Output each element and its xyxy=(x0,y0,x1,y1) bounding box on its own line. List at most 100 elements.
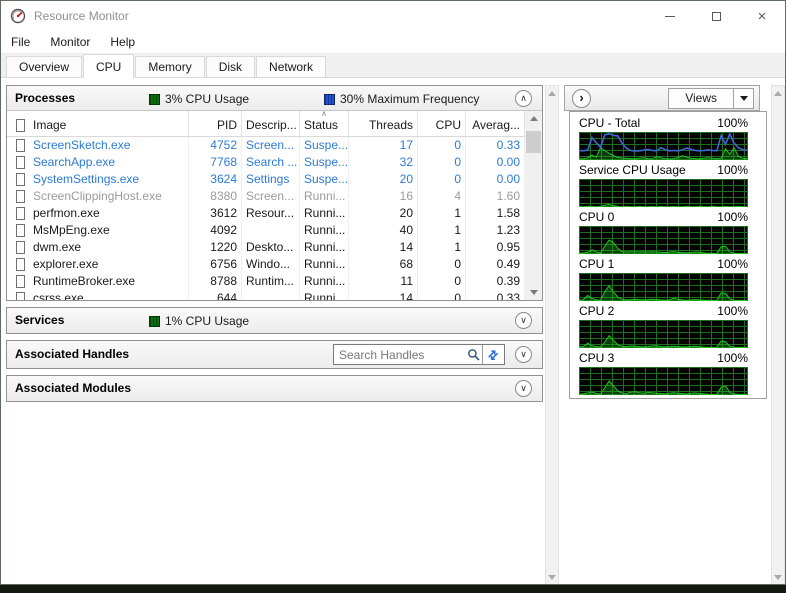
cell-status: Runni... xyxy=(300,205,349,222)
cell-status: Runni... xyxy=(300,273,349,290)
row-checkbox[interactable] xyxy=(16,139,25,152)
column-header-image[interactable]: Image xyxy=(29,111,189,136)
row-checkbox[interactable] xyxy=(16,258,25,271)
processes-collapse-button[interactable]: ∧ xyxy=(515,90,532,107)
modules-header[interactable]: Associated Modules ∨ xyxy=(7,376,542,401)
row-checkbox[interactable] xyxy=(16,207,25,220)
minimize-button[interactable] xyxy=(647,1,693,31)
modules-expand-button[interactable]: ∨ xyxy=(515,380,532,397)
views-dropdown-arrow[interactable] xyxy=(733,89,753,108)
table-row[interactable]: SystemSettings.exe 3624 Settings Suspe... 20… xyxy=(7,171,525,188)
handles-header[interactable]: Associated Handles ⇄ ∨ xyxy=(7,341,542,368)
graph-cpu-2 xyxy=(579,320,748,348)
table-scrollbar[interactable] xyxy=(525,111,542,300)
search-input[interactable] xyxy=(334,346,464,363)
tab-network[interactable]: Network xyxy=(256,56,327,77)
graph-title: CPU 3 xyxy=(579,351,615,365)
table-row[interactable]: ScreenClippingHost.exe 8380 Screen... Runni… xyxy=(7,188,525,205)
row-checkbox[interactable] xyxy=(16,173,25,186)
menu-file[interactable]: File xyxy=(1,32,40,52)
scroll-up-button[interactable] xyxy=(546,86,558,101)
titlebar[interactable]: Resource Monitor × xyxy=(1,1,785,31)
cpu-usage-legend-label: 3% CPU Usage xyxy=(165,92,250,106)
views-button[interactable]: Views xyxy=(668,88,754,109)
table-row[interactable]: csrss.exe 644 Runni... 14 0 0.33 xyxy=(7,290,525,300)
left-pane-scrollbar[interactable] xyxy=(545,85,559,584)
cell-status: Runni... xyxy=(300,239,349,256)
cell-pid: 1220 xyxy=(189,239,242,256)
cell-image: csrss.exe xyxy=(29,290,189,300)
handles-title: Associated Handles xyxy=(15,347,130,361)
table-row[interactable]: dwm.exe 1220 Deskto... Runni... 14 1 0.95 xyxy=(7,239,525,256)
column-header-status[interactable]: ∧ Status xyxy=(300,111,349,136)
triangle-up-icon xyxy=(548,91,556,96)
table-row[interactable]: MsMpEng.exe 4092 Runni... 40 1 1.23 xyxy=(7,222,525,239)
cell-pid: 4092 xyxy=(189,222,242,239)
row-checkbox[interactable] xyxy=(16,275,25,288)
column-header-average[interactable]: Averag... xyxy=(466,111,525,136)
column-header-description[interactable]: Descrip... xyxy=(242,111,300,136)
cell-threads: 32 xyxy=(349,154,418,171)
cell-checkbox xyxy=(7,273,29,290)
tab-cpu[interactable]: CPU xyxy=(83,54,135,78)
triangle-down-icon xyxy=(529,290,538,295)
services-expand-button[interactable]: ∨ xyxy=(515,312,532,329)
graph-scale-label: 100% xyxy=(717,257,748,271)
search-icon[interactable] xyxy=(464,345,482,364)
scroll-down-button[interactable] xyxy=(525,285,542,300)
cell-image: perfmon.exe xyxy=(29,205,189,222)
graph-title: CPU 1 xyxy=(579,257,615,271)
scrollbar-thumb[interactable] xyxy=(526,131,541,153)
desktop-background xyxy=(0,585,786,593)
cell-cpu: 0 xyxy=(418,290,466,300)
row-checkbox[interactable] xyxy=(16,241,25,254)
services-header[interactable]: Services 1% CPU Usage ∨ xyxy=(7,308,542,333)
table-row[interactable]: perfmon.exe 3612 Resour... Runni... 20 1 1.58 xyxy=(7,205,525,222)
tab-memory[interactable]: Memory xyxy=(135,56,205,77)
scroll-up-button[interactable] xyxy=(772,86,784,101)
processes-header[interactable]: Processes 3% CPU Usage 30% Maximum Frequ… xyxy=(7,86,542,111)
scroll-down-button[interactable] xyxy=(546,570,558,584)
cell-threads: 20 xyxy=(349,171,418,188)
row-checkbox[interactable] xyxy=(16,292,25,300)
triangle-down-icon xyxy=(548,575,556,580)
tab-overview[interactable]: Overview xyxy=(6,56,83,77)
column-header-pid[interactable]: PID xyxy=(189,111,242,136)
cpu-graphs-panel: CPU - Total 100% Service CPU Usage 100% CPU … xyxy=(569,111,767,399)
processes-table: Image PID Descrip... ∧ Status Threads CPU… xyxy=(7,111,542,300)
close-button[interactable]: × xyxy=(739,1,785,31)
scroll-down-button[interactable] xyxy=(772,570,784,584)
cell-status: Runni... xyxy=(300,222,349,239)
cpu-graph-block: CPU - Total 100% xyxy=(579,114,748,160)
menu-help[interactable]: Help xyxy=(100,32,145,52)
scroll-up-button[interactable] xyxy=(525,111,542,126)
table-row[interactable]: ScreenSketch.exe 4752 Screen... Suspe... 17 0… xyxy=(7,137,525,154)
column-header-cpu[interactable]: CPU xyxy=(418,111,466,136)
row-checkbox[interactable] xyxy=(16,190,25,203)
table-row[interactable]: explorer.exe 6756 Windo... Runni... 68 0 0.49 xyxy=(7,256,525,273)
chevron-down-icon: ∨ xyxy=(520,349,527,359)
menu-monitor[interactable]: Monitor xyxy=(40,32,100,52)
column-header-threads[interactable]: Threads xyxy=(349,111,418,136)
row-checkbox[interactable] xyxy=(16,156,25,169)
expand-pane-button[interactable]: › xyxy=(572,89,591,108)
handles-expand-button[interactable]: ∨ xyxy=(515,346,532,363)
cell-description: Screen... xyxy=(242,137,300,154)
triangle-down-icon xyxy=(774,575,782,580)
cell-cpu: 0 xyxy=(418,171,466,188)
refresh-handles-button[interactable]: ⇄ xyxy=(482,345,504,364)
right-pane-scrollbar[interactable] xyxy=(771,85,785,584)
cell-image: RuntimeBroker.exe xyxy=(29,273,189,290)
max-frequency-legend-icon xyxy=(324,93,335,105)
select-all-checkbox[interactable] xyxy=(16,119,25,132)
content-area: Processes 3% CPU Usage 30% Maximum Frequ… xyxy=(1,78,785,584)
cell-average: 0.33 xyxy=(466,290,525,300)
table-row[interactable]: RuntimeBroker.exe 8788 Runtim... Runni... 11… xyxy=(7,273,525,290)
cell-average: 0.39 xyxy=(466,273,525,290)
table-row[interactable]: SearchApp.exe 7768 Search ... Suspe... 32 0 0.… xyxy=(7,154,525,171)
maximize-button[interactable] xyxy=(693,1,739,31)
tab-disk[interactable]: Disk xyxy=(205,56,256,77)
cell-checkbox xyxy=(7,239,29,256)
cell-checkbox xyxy=(7,154,29,171)
row-checkbox[interactable] xyxy=(16,224,25,237)
